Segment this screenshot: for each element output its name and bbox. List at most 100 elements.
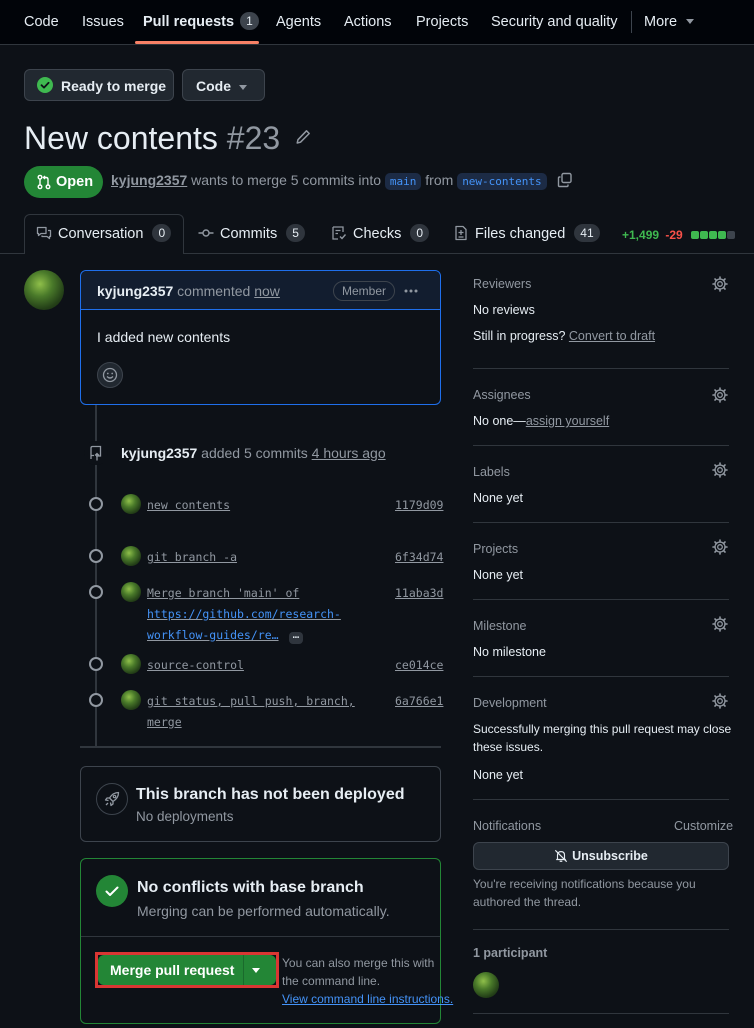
commit-message[interactable]: git branch -a [147, 547, 237, 568]
tab-files-changed[interactable]: Files changed 41 [453, 214, 600, 254]
unsubscribe-button[interactable]: Unsubscribe [473, 842, 729, 870]
tab-checks[interactable]: Checks 0 [331, 214, 430, 254]
gear-icon[interactable] [712, 539, 728, 555]
kebab-horizontal-icon[interactable] [403, 283, 419, 299]
milestone-heading[interactable]: Milestone [473, 619, 527, 633]
nav-divider [631, 11, 632, 33]
merge-pull-request-button[interactable]: Merge pull request [110, 962, 234, 978]
projects-value: None yet [473, 568, 524, 582]
development-heading[interactable]: Development [473, 696, 547, 710]
commit-message[interactable]: source-control [147, 655, 244, 676]
tab-files-changed-count: 41 [574, 224, 600, 242]
expand-commit-button[interactable]: … [288, 629, 304, 644]
gear-icon[interactable] [712, 693, 728, 709]
pencil-icon[interactable] [295, 129, 311, 145]
nav-security[interactable]: Security and quality [491, 0, 618, 44]
tab-commits-count: 5 [286, 224, 305, 242]
nav-pull-requests[interactable]: Pull requests 1 [143, 0, 259, 44]
tab-commits[interactable]: Commits 5 [198, 214, 305, 254]
gear-icon[interactable] [712, 387, 728, 403]
comment-body: I added new contents [97, 329, 231, 345]
code-button[interactable]: Code [182, 69, 265, 101]
pr-state-badge: Open [24, 166, 103, 198]
head-branch[interactable]: new-contents [457, 173, 547, 190]
commit-message[interactable]: git status, pull push, branch, merge [147, 691, 355, 733]
gear-icon[interactable] [712, 276, 728, 292]
avatar[interactable] [121, 582, 141, 602]
assignees-heading[interactable]: Assignees [473, 388, 531, 402]
commit-sha[interactable]: 1179d09 [395, 498, 443, 512]
tab-conversation-count: 0 [152, 224, 172, 242]
reviewers-heading[interactable]: Reviewers [473, 277, 531, 291]
nav-issues[interactable]: Issues [82, 0, 124, 44]
development-value: None yet [473, 768, 524, 782]
comment-author[interactable]: kyjung2357 [97, 283, 173, 299]
commits-event: kyjung2357 added 5 commits 4 hours ago [121, 445, 386, 461]
notifications-text-line1: You're receiving notifications because y… [473, 877, 696, 891]
git-commit-icon [89, 693, 103, 707]
pr-meta: kyjung2357 wants to merge 5 commits into… [111, 172, 573, 190]
rocket-badge [96, 783, 128, 815]
pr-from-text: from [425, 172, 454, 188]
assignees-value: No one— [473, 414, 526, 428]
avatar[interactable] [121, 546, 141, 566]
avatar[interactable] [121, 654, 141, 674]
labels-heading[interactable]: Labels [473, 465, 510, 479]
unsubscribe-label: Unsubscribe [572, 849, 648, 863]
pr-author-link[interactable]: kyjung2357 [111, 172, 187, 188]
commit-message[interactable]: Merge branch 'main' of https://github.co… [147, 583, 341, 646]
commit-sha[interactable]: 11aba3d [395, 586, 443, 600]
avatar[interactable] [121, 494, 141, 514]
gear-icon[interactable] [712, 462, 728, 478]
tab-files-changed-label: Files changed [475, 226, 566, 242]
nav-projects[interactable]: Projects [416, 0, 468, 44]
nav-agents[interactable]: Agents [276, 0, 321, 44]
gear-icon[interactable] [712, 616, 728, 632]
git-commit-icon [89, 497, 103, 511]
comment-header: kyjung2357 commented now Member [81, 271, 440, 310]
commit-message[interactable]: new contents [147, 495, 230, 516]
commit-sha[interactable]: 6a766e1 [395, 694, 443, 708]
commit-sha[interactable]: 6f34d74 [395, 550, 443, 564]
deploy-title: This branch has not been deployed [136, 786, 405, 803]
nav-more[interactable]: More [644, 0, 695, 44]
convert-to-draft-link[interactable]: Convert to draft [569, 329, 655, 343]
projects-heading[interactable]: Projects [473, 542, 518, 556]
pr-description-comment: kyjung2357 commented now Member I added … [80, 270, 441, 405]
commits-event-author[interactable]: kyjung2357 [121, 445, 197, 461]
avatar[interactable] [121, 690, 141, 710]
tab-conversation-label: Conversation [58, 226, 144, 242]
base-branch[interactable]: main [384, 173, 422, 190]
merge-hint-line1: You can also merge this with [282, 956, 435, 970]
labels-value: None yet [473, 491, 524, 505]
timeline-divider [80, 746, 441, 748]
add-reaction-button[interactable] [97, 362, 123, 388]
command-line-instructions-link[interactable]: View command line instructions. [282, 992, 453, 1006]
merge-options-chevron-icon[interactable] [252, 968, 260, 973]
participant-avatar[interactable] [473, 972, 499, 998]
merge-status-badge [96, 875, 128, 907]
customize-link[interactable]: Customize [674, 819, 733, 833]
file-diff-icon [455, 225, 467, 241]
repo-nav: Code Issues Pull requests 1 Agents Action… [0, 0, 754, 45]
merge-title: No conflicts with base branch [137, 879, 364, 896]
nav-actions[interactable]: Actions [344, 0, 392, 44]
nav-code[interactable]: Code [24, 0, 59, 44]
commit-sha[interactable]: ce014ce [395, 658, 443, 672]
deployment-card: This branch has not been deployed No dep… [80, 766, 441, 842]
commits-event-time[interactable]: 4 hours ago [312, 445, 386, 461]
copy-icon[interactable] [557, 172, 573, 188]
assign-yourself-link[interactable]: assign yourself [526, 414, 609, 428]
merge-box: No conflicts with base branch Merging ca… [80, 858, 453, 1024]
reviewers-value: No reviews [473, 303, 535, 317]
draft-prompt: Still in progress? [473, 329, 566, 343]
comment-discussion-icon [36, 226, 52, 240]
ready-to-merge-button[interactable]: Ready to merge [24, 69, 174, 101]
nav-pr-count: 1 [240, 12, 259, 30]
avatar[interactable] [24, 270, 64, 310]
merge-hint-line2: the command line. [282, 974, 381, 988]
tab-conversation[interactable]: Conversation 0 [36, 214, 172, 254]
comment-time[interactable]: now [254, 283, 280, 299]
git-commit-icon [89, 585, 103, 599]
diffstat-deletions: -29 [665, 228, 683, 242]
